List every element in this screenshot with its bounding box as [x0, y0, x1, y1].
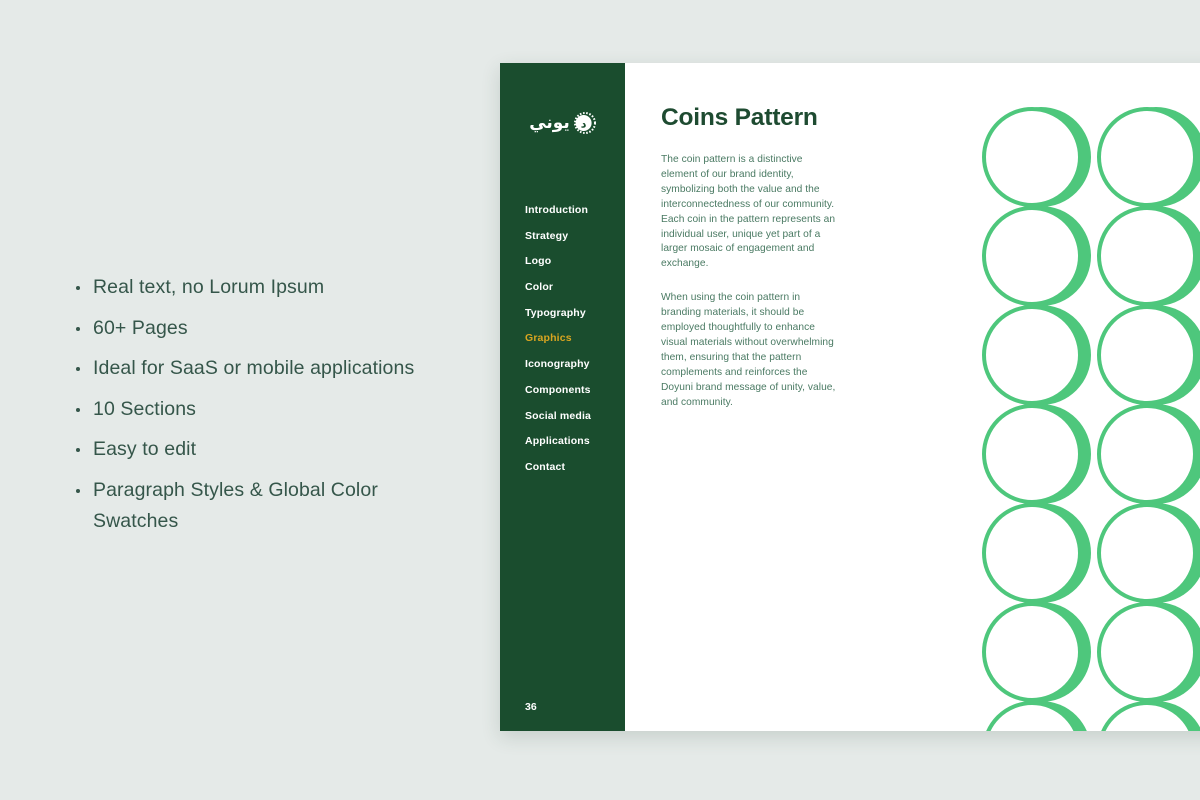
- coin-face-ring: [1097, 107, 1197, 207]
- coin-face-ring: [982, 404, 1082, 504]
- coin-face-ring: [1097, 602, 1197, 702]
- page-nav[interactable]: Introduction Strategy Logo Color Typography G…: [525, 205, 625, 488]
- coin-face-ring: [982, 305, 1082, 405]
- body-paragraph: When using the coin pattern in branding …: [661, 292, 836, 408]
- coin-face-ring: [982, 701, 1082, 731]
- feature-list: Real text, no Lorum Ipsum 60+ Pages Ideal …: [72, 272, 462, 547]
- coin-face-ring: [1097, 701, 1197, 731]
- feature-list-item: 60+ Pages: [72, 313, 462, 345]
- coin-face-ring: [1097, 503, 1197, 603]
- brand-logo: يوني د: [500, 106, 625, 140]
- page-title: Coins Pattern: [661, 104, 818, 131]
- coin-shape: [982, 206, 1091, 306]
- nav-item-color[interactable]: Color: [525, 282, 625, 293]
- coin-shape: [1097, 503, 1200, 603]
- coin-shape: [1097, 404, 1200, 504]
- coin-icon: د: [573, 112, 596, 134]
- coin-shape: [1097, 305, 1200, 405]
- nav-item-logo[interactable]: Logo: [525, 256, 625, 267]
- coin-face-ring: [1097, 206, 1197, 306]
- nav-item-contact[interactable]: Contact: [525, 462, 625, 473]
- page-sidebar: يوني د Introduction Strategy Logo Color Typo…: [500, 63, 625, 731]
- page-number: 36: [525, 701, 537, 713]
- feature-list-item: Real text, no Lorum Ipsum: [72, 272, 462, 304]
- coin-shape: [1097, 107, 1200, 207]
- nav-item-introduction[interactable]: Introduction: [525, 205, 625, 216]
- coin-face-ring: [982, 503, 1082, 603]
- nav-item-typography[interactable]: Typography: [525, 308, 625, 319]
- coin-face-ring: [1097, 305, 1197, 405]
- coin-shape: [982, 503, 1091, 603]
- nav-item-strategy[interactable]: Strategy: [525, 231, 625, 242]
- feature-list-item: Paragraph Styles & Global Color Swatches: [72, 475, 462, 538]
- coin-shape: [1097, 602, 1200, 702]
- coin-shape: [982, 602, 1091, 702]
- coin-face-ring: [1097, 404, 1197, 504]
- nav-item-graphics[interactable]: Graphics: [525, 333, 625, 344]
- coin-shape: [1097, 701, 1200, 731]
- coin-shape: [982, 701, 1091, 731]
- coin-pattern-graphic: [982, 107, 1200, 731]
- nav-item-social-media[interactable]: Social media: [525, 410, 625, 422]
- coin-face-ring: [982, 206, 1082, 306]
- coin-shape: [1097, 206, 1200, 306]
- brand-logo-text: يوني: [529, 112, 570, 133]
- feature-list-item: Easy to edit: [72, 434, 462, 466]
- body-paragraph: The coin pattern is a distinctive elemen…: [661, 154, 836, 270]
- nav-item-components[interactable]: Components: [525, 385, 625, 396]
- page-content: Coins Pattern The coin pattern is a dist…: [625, 63, 1200, 731]
- coin-shape: [982, 305, 1091, 405]
- feature-list-item: 10 Sections: [72, 394, 462, 426]
- coin-shape: [982, 404, 1091, 504]
- page-body-copy: The coin pattern is a distinctive elemen…: [661, 153, 841, 430]
- nav-item-applications[interactable]: Applications: [525, 436, 625, 447]
- coin-face-ring: [982, 602, 1082, 702]
- nav-item-iconography[interactable]: Iconography: [525, 359, 625, 370]
- coin-shape: [982, 107, 1091, 207]
- svg-text:د: د: [581, 117, 587, 130]
- coin-face-ring: [982, 107, 1082, 207]
- brochure-page-preview: يوني د Introduction Strategy Logo Color Typo…: [500, 63, 1200, 731]
- feature-list-item: Ideal for SaaS or mobile applications: [72, 353, 462, 385]
